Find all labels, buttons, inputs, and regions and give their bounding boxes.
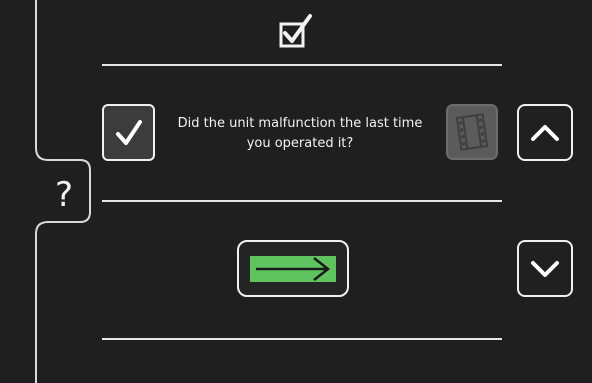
question-text: Did the unit malfunction the last time y… <box>177 116 423 151</box>
checkmark-icon <box>115 119 142 145</box>
chevron-down-icon <box>531 260 559 277</box>
scroll-up-button[interactable] <box>517 104 573 161</box>
film-icon <box>455 113 489 151</box>
arrow-right-icon <box>250 255 336 282</box>
help-button[interactable]: ? <box>38 167 90 223</box>
help-label: ? <box>54 175 74 215</box>
chevron-up-icon <box>531 124 559 141</box>
answer-check-button[interactable] <box>102 104 155 161</box>
questionnaire-screen: ? Did the unit malfunction the last time… <box>0 0 592 383</box>
divider-middle <box>102 200 502 202</box>
divider-bottom <box>102 338 502 340</box>
video-button[interactable] <box>446 104 498 160</box>
next-button[interactable] <box>237 240 349 297</box>
scroll-down-button[interactable] <box>517 240 573 297</box>
checkbox-checked-icon <box>276 12 316 52</box>
divider-top <box>102 64 502 66</box>
